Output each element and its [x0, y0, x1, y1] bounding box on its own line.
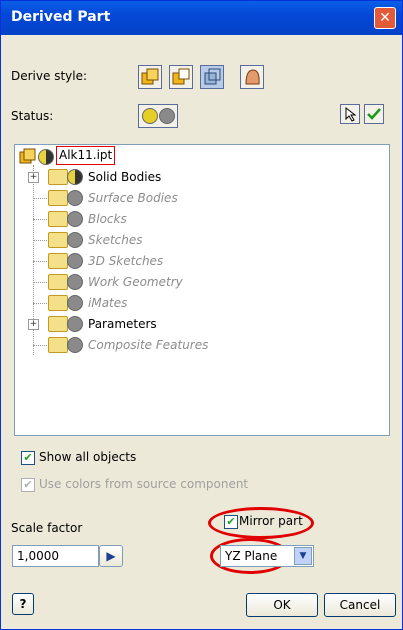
title-bar[interactable]: Derived Part ✕ [1, 1, 402, 35]
tree-item-label: Solid Bodies [88, 170, 162, 184]
folder-icon [48, 190, 68, 206]
tree-item-label: Composite Features [88, 338, 209, 352]
derive-style-single-body-button[interactable] [138, 65, 162, 89]
checkmark-icon [367, 108, 381, 120]
status-exclude-icon[interactable] [67, 274, 83, 290]
tree-item-sketches[interactable]: Sketches [15, 230, 385, 250]
tree-connector [33, 282, 47, 283]
derived-part-dialog: Derived Part ✕ Derive style: Status: Alk… [0, 0, 403, 630]
cancel-button[interactable]: Cancel [324, 593, 396, 617]
cursor-icon [345, 106, 357, 122]
status-include-icon[interactable] [38, 149, 54, 165]
show-all-objects-checkbox[interactable]: ✔ [21, 451, 35, 465]
tree-connector [33, 345, 47, 346]
tree-item-imates[interactable]: iMates [15, 293, 385, 313]
tree-item-solid-bodies[interactable]: + Solid Bodies [15, 167, 385, 187]
status-exclude-icon[interactable] [67, 253, 83, 269]
tree-connector [33, 198, 47, 199]
folder-icon [48, 295, 68, 311]
tree-item-surface-bodies[interactable]: Surface Bodies [15, 188, 385, 208]
derive-style-surface-button[interactable] [240, 65, 264, 89]
tree-item-3d-sketches[interactable]: 3D Sketches [15, 251, 385, 271]
tree-item-blocks[interactable]: Blocks [15, 209, 385, 229]
tree-item-parameters[interactable]: + Parameters [15, 314, 385, 334]
tree-item-label: Work Geometry [88, 275, 183, 289]
derive-style-label: Derive style: [11, 69, 88, 83]
tree-root-label: Alk11.ipt [56, 146, 116, 165]
scale-factor-arrow-button[interactable]: ▶ [99, 545, 123, 567]
ok-button[interactable]: OK [246, 593, 318, 617]
folder-icon [48, 211, 68, 227]
mirror-part-checkbox[interactable]: ✔ [224, 515, 238, 529]
folder-icon [48, 316, 68, 332]
expand-icon[interactable]: + [28, 172, 39, 183]
folder-icon [48, 253, 68, 269]
status-exclude-icon[interactable] [67, 316, 83, 332]
tree-connector [33, 219, 47, 220]
single-body-icon [141, 68, 159, 85]
folder-icon [48, 169, 68, 185]
tree-item-label: iMates [88, 296, 128, 310]
show-all-objects-label: Show all objects [39, 450, 137, 464]
status-include-icon[interactable] [67, 169, 83, 185]
folder-icon [48, 274, 68, 290]
tree-item-composite-features[interactable]: Composite Features [15, 335, 385, 355]
exclude-icon[interactable] [159, 108, 175, 124]
folder-icon [48, 337, 68, 353]
close-button[interactable]: ✕ [374, 7, 396, 29]
derive-tree[interactable]: Alk11.ipt + Solid Bodies Surface Bodies … [14, 144, 390, 436]
status-exclude-icon[interactable] [67, 295, 83, 311]
derive-style-solid-body-button[interactable] [200, 65, 224, 89]
help-button[interactable]: ? [12, 593, 34, 615]
solid-body-icon [204, 68, 221, 85]
surface-icon [245, 69, 260, 85]
scale-factor-input[interactable]: 1,0000 [12, 545, 99, 567]
tree-item-label: Parameters [88, 317, 157, 331]
multi-body-icon [172, 68, 190, 85]
dialog-title: Derived Part [11, 9, 111, 25]
mirror-part-label: Mirror part [239, 514, 303, 528]
scale-factor-label: Scale factor [11, 521, 83, 535]
status-buttons[interactable] [138, 104, 178, 128]
include-icon[interactable] [142, 108, 158, 124]
use-colors-checkbox: ✔ [21, 478, 35, 492]
tree-item-label: Sketches [88, 233, 143, 247]
tree-connector [33, 303, 47, 304]
tree-connector [33, 261, 47, 262]
status-exclude-icon[interactable] [67, 190, 83, 206]
tree-item-label: Surface Bodies [88, 191, 178, 205]
status-exclude-icon[interactable] [67, 211, 83, 227]
tree-item-work-geometry[interactable]: Work Geometry [15, 272, 385, 292]
status-label: Status: [11, 109, 54, 123]
apply-check-button[interactable] [364, 104, 384, 124]
mirror-plane-select[interactable]: YZ Plane ▼ [220, 545, 314, 567]
derive-style-multi-body-button[interactable] [169, 65, 193, 89]
select-from-base-button[interactable] [340, 104, 360, 124]
expand-icon[interactable]: + [28, 319, 39, 330]
folder-icon [48, 232, 68, 248]
tree-item-label: 3D Sketches [88, 254, 164, 268]
status-exclude-icon[interactable] [67, 337, 83, 353]
tree-connector [33, 240, 47, 241]
part-file-icon [19, 148, 36, 164]
status-exclude-icon[interactable] [67, 232, 83, 248]
tree-item-label: Blocks [88, 212, 127, 226]
chevron-down-icon[interactable]: ▼ [294, 547, 312, 565]
use-colors-label: Use colors from source component [39, 477, 249, 491]
